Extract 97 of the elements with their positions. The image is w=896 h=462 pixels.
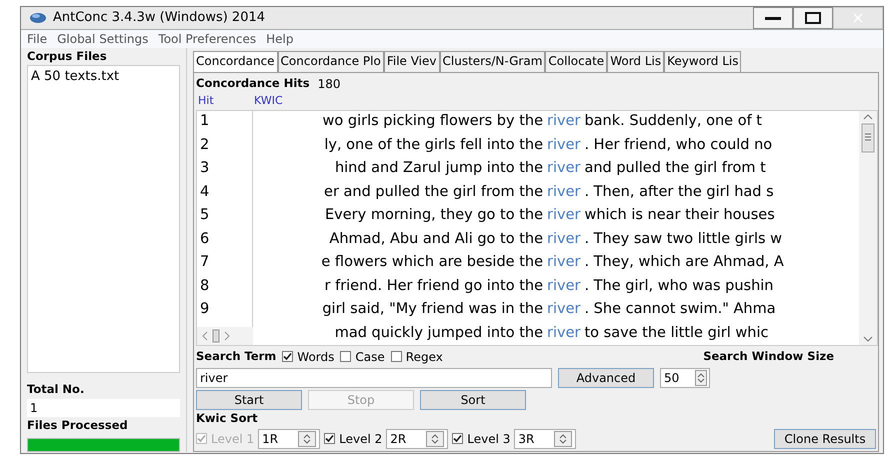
keyword[interactable]: river [547,158,580,180]
tab[interactable]: Collocate [545,51,608,72]
spinner-icon[interactable] [426,430,444,447]
right-context: and pulled the girl from t [584,159,766,178]
tab[interactable]: Word Lis [607,51,664,72]
right-context: . Her friend, who could no [584,136,772,155]
checkbox[interactable] [452,433,464,444]
maximize-button[interactable] [793,7,833,29]
tab[interactable]: Clusters/N-Gram [440,51,546,72]
left-context: hind and Zarul jump into the [334,159,543,178]
keyword[interactable]: river [547,299,580,322]
search-field[interactable]: river [196,368,552,388]
level-label: Level 3 [467,430,510,448]
tab[interactable]: Concordance Plo [278,51,384,72]
checkbox[interactable] [324,433,336,444]
keyword[interactable]: river [547,252,580,274]
checkbox[interactable] [282,351,294,362]
total-label: Total No. [27,381,86,398]
checkbox-label: Words [297,348,334,366]
tab[interactable]: File Viev [384,51,440,72]
right-context: . The girl, who was pushin [584,276,774,296]
sort-level-field[interactable]: 3R [514,428,576,449]
right-context: . She cannot swim." Ahma [584,300,776,320]
spinner-icon[interactable] [554,430,572,447]
left-context: Every morning, they go to the [325,206,543,226]
checkbox[interactable] [390,351,402,362]
checkbox-label: Case [355,348,385,366]
spinner-icon[interactable] [695,370,708,386]
horizontal-scrollbar[interactable] [197,326,253,344]
left-context: girl said, "My friend was in the [322,300,543,320]
hit-number: 6 [200,230,210,249]
tab[interactable]: Keyword Lis [664,51,742,72]
menu-item[interactable]: Global Settings [57,30,148,48]
panel-heading: Corpus Files [27,48,108,65]
keyword[interactable]: river [547,134,580,157]
keyword[interactable]: river [547,228,580,251]
menu-item[interactable]: Tool Preferences [158,30,256,48]
spinner-icon[interactable] [298,430,316,447]
hit-number: 4 [200,182,210,202]
menu-item[interactable]: File [27,30,48,48]
search-window-label: Search Window Size [703,348,834,365]
hit-number: 2 [200,136,210,155]
keyword[interactable]: river [547,182,580,204]
right-context: . They saw two little girls w [584,230,782,249]
maximize-icon [805,12,821,24]
sort-level-field[interactable]: 2R [386,428,448,449]
level-label: Level 1 [211,430,254,448]
left-context: r friend. Her friend go into the [324,276,543,296]
minimize-icon [765,16,781,20]
hits-count: 180 [318,76,341,93]
left-context: mad quickly jumped into the [334,324,543,343]
advanced-button[interactable]: Advanced [558,368,654,388]
action-button[interactable]: Start [196,390,302,410]
left-context: wo girls picking flowers by the [322,112,543,132]
scroll-thumb[interactable] [212,328,220,342]
hit-number: 7 [200,253,210,272]
clone-results-button[interactable]: Clone Results [774,428,876,449]
keyword[interactable]: river [547,111,580,134]
keyword[interactable]: river [547,205,580,228]
hits-label: Concordance Hits [196,75,310,92]
column-header: KWIC [254,93,283,109]
vertical-scrollbar[interactable] [859,110,877,344]
left-context: Ahmad, Abu and Ali go to the [329,230,543,249]
app-logo-icon [29,12,47,24]
hit-number: 5 [200,206,210,226]
right-context: . They, which are Ahmad, A [584,253,784,272]
checkbox-label: Regex [406,348,443,366]
hit-number: 9 [200,300,210,320]
checkbox[interactable] [340,351,352,362]
window-size-field[interactable]: 50 [660,368,710,388]
left-context: er and pulled the girl from the [324,182,543,202]
menu-item[interactable]: Help [266,30,294,48]
scroll-left-icon[interactable] [201,330,209,340]
action-button[interactable]: Sort [420,390,526,410]
hit-number: 8 [200,276,210,296]
minimize-button[interactable] [753,7,793,29]
level-label: Level 2 [339,430,382,448]
search-term-label: Search Term [196,348,276,365]
total-value: 1 [27,398,180,416]
right-context: which is near their houses [584,206,775,226]
column-header: Hit [197,93,215,109]
right-context: to save the little girl whic [584,324,768,343]
scroll-right-icon[interactable] [223,330,231,340]
left-context: ly, one of the girls fell into the [324,136,543,155]
keyword[interactable]: river [547,322,580,344]
left-context: e flowers which are beside the [321,253,543,272]
hit-number: 3 [200,159,210,178]
right-context: bank. Suddenly, one of t [584,112,762,132]
hit-number: 1 [200,112,210,132]
right-context: . Then, after the girl had s [584,182,774,202]
kwic-sort-label: Kwic Sort [196,410,259,426]
window-title: AntConc 3.4.3w (Windows) 2014 [53,9,266,28]
keyword[interactable]: river [547,276,580,298]
corpus-file-entry[interactable]: A 50 texts.txt [31,67,176,87]
files-processed-label: Files Processed [27,416,129,434]
scroll-thumb[interactable] [861,122,875,152]
tab[interactable]: Concordance [193,51,278,72]
